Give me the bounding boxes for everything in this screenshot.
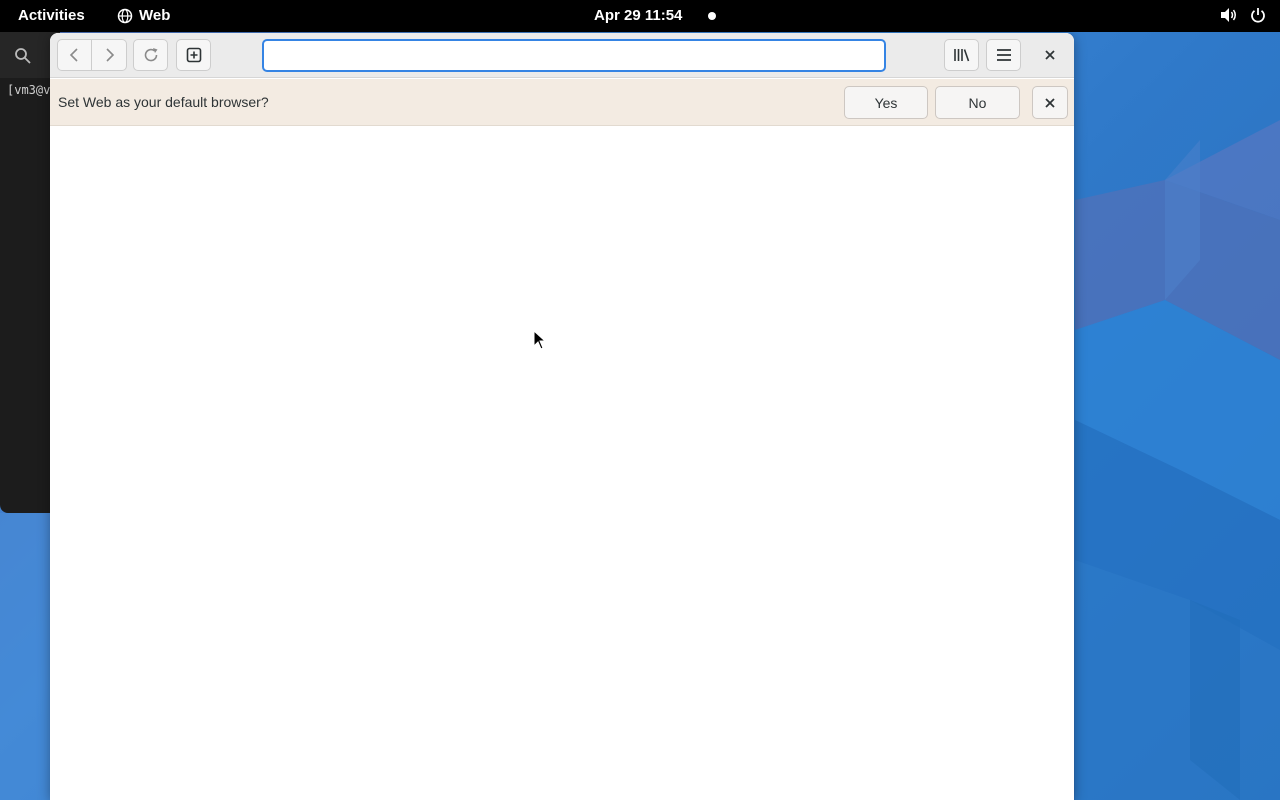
app-menu[interactable]: Web	[117, 7, 170, 24]
window-close-button[interactable]	[1034, 39, 1066, 71]
web-content-area[interactable]	[50, 126, 1074, 800]
top-bar: Activities Web Apr 29 11:54	[0, 0, 1280, 32]
search-icon[interactable]	[14, 47, 32, 65]
navigation-buttons	[57, 39, 127, 71]
forward-button[interactable]	[92, 39, 127, 71]
browser-headerbar	[50, 33, 1074, 78]
reload-button[interactable]	[133, 39, 168, 71]
terminal-prompt: [vm3@v	[7, 83, 51, 97]
hamburger-menu-icon	[996, 49, 1011, 61]
new-tab-icon	[186, 47, 201, 63]
mouse-cursor-icon	[533, 330, 547, 350]
app-menu-label: Web	[139, 7, 171, 24]
library-button[interactable]	[944, 39, 979, 71]
clock[interactable]: Apr 29 11:54	[594, 7, 682, 24]
chevron-left-icon	[69, 48, 78, 62]
library-icon	[953, 49, 969, 62]
activities-button[interactable]: Activities	[18, 7, 85, 24]
close-icon	[1045, 97, 1055, 108]
chevron-right-icon	[106, 48, 115, 62]
notification-dot	[708, 12, 716, 20]
close-icon	[1045, 50, 1055, 60]
globe-icon	[117, 8, 133, 23]
address-bar[interactable]	[262, 39, 886, 72]
power-icon	[1251, 8, 1265, 23]
system-menu[interactable]	[1220, 7, 1266, 23]
reload-icon	[144, 48, 157, 62]
infobar-message: Set Web as your default browser?	[58, 94, 269, 110]
back-button[interactable]	[57, 39, 92, 71]
infobar-close-button[interactable]	[1032, 86, 1068, 119]
no-button[interactable]: No	[935, 86, 1020, 119]
browser-window[interactable]: Set Web as your default browser? Yes No	[50, 33, 1074, 800]
yes-button[interactable]: Yes	[844, 86, 928, 119]
main-menu-button[interactable]	[986, 39, 1021, 71]
default-browser-infobar: Set Web as your default browser? Yes No	[50, 79, 1074, 126]
volume-icon	[1221, 8, 1236, 22]
new-tab-button[interactable]	[176, 39, 211, 71]
